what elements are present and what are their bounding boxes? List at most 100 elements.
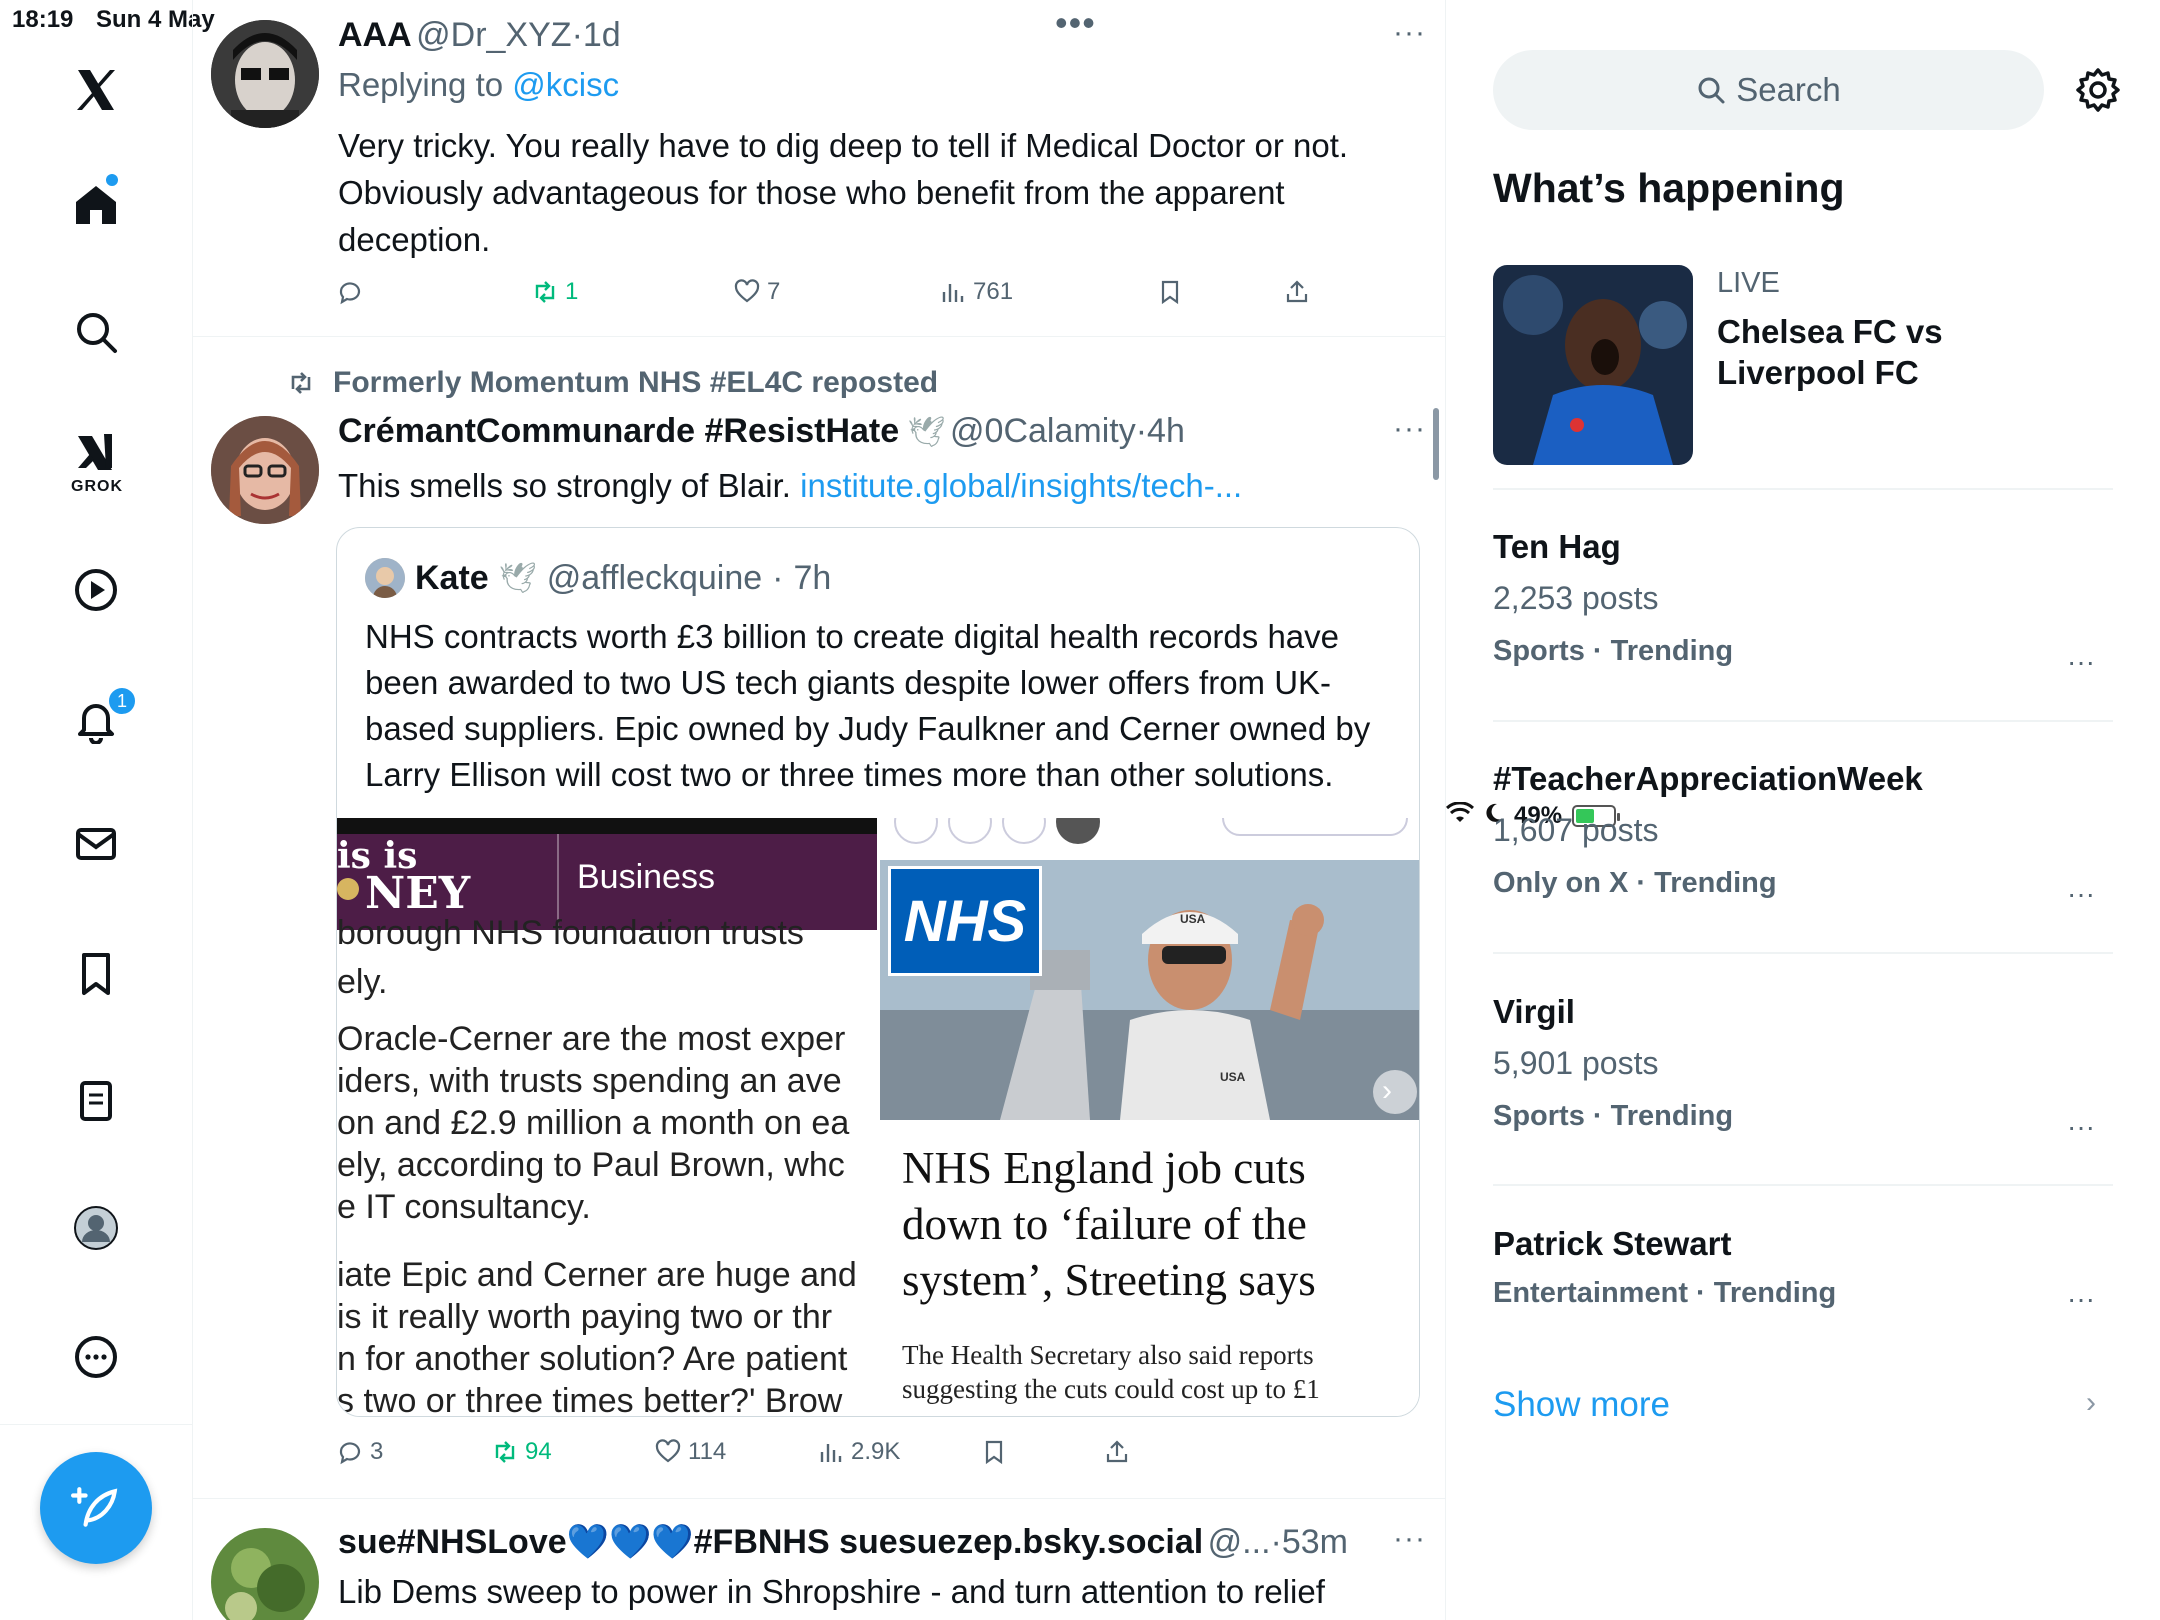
tweet-1-share-button[interactable] [1283, 278, 1311, 306]
tweet-2-reposted-by[interactable]: Formerly Momentum NHS #EL4C reposted [333, 366, 938, 400]
tweet-1-reply-button[interactable] [336, 278, 364, 306]
quote-name: Kate [415, 558, 489, 597]
tweet-2-handle[interactable]: @0Calamity [950, 412, 1136, 450]
live-event-card[interactable]: LIVE Chelsea FC vs Liverpool FC [1493, 265, 2113, 465]
bookmarks-icon[interactable] [66, 943, 126, 1003]
tweet-2-name[interactable]: CrémantCommunarde #ResistHate [338, 412, 899, 450]
share-icon [1106, 1440, 1128, 1463]
top-drag-handle-icon[interactable]: ••• [1055, 2, 1096, 44]
quote-sep: · [772, 558, 784, 597]
tweet-1-like-button[interactable]: 7 [733, 278, 780, 306]
tweet-2-share-button[interactable] [1103, 1438, 1131, 1466]
trend-item[interactable]: Virgil 5,901 posts Sports · Trending ··· [1493, 993, 2113, 1142]
feather-plus-icon [71, 1487, 118, 1527]
tweet-2-header: CrémantCommunarde #ResistHate 🕊 @0Calami… [338, 412, 1185, 451]
settings-gear-icon[interactable] [2074, 66, 2122, 114]
quote-tweet-card[interactable]: Kate 🕊 @affleckquine · 7h NHS contracts wo… [336, 527, 1420, 1417]
trend-more-icon[interactable]: ··· [2067, 878, 2095, 910]
trend-more-icon[interactable]: ··· [2067, 1283, 2095, 1315]
trend-context: Entertainment · Trending [1493, 1277, 1837, 1309]
chevron-right-icon: › [2086, 1386, 2096, 1419]
video-play-icon[interactable] [66, 560, 126, 620]
grok-label: GROK [71, 478, 123, 495]
tweet-1-avatar[interactable] [211, 20, 319, 128]
trend-more-icon[interactable]: ··· [2067, 646, 2095, 678]
profile-avatar-icon[interactable] [66, 1198, 126, 1258]
search-input[interactable]: Search [1493, 50, 2044, 130]
quote-time: 7h [793, 558, 832, 597]
trend-context: Sports · Trending [1493, 1100, 1734, 1132]
tweet-1-text: Very tricky. You really have to dig deep… [338, 127, 1349, 258]
tweet-1-replying-prefix: Replying to [338, 66, 513, 103]
tweet-2-reply-count: 3 [370, 1438, 384, 1465]
tweet-2-text-body: This smells so strongly of Blair. [338, 467, 801, 504]
tweet-1-views-button[interactable]: 761 [939, 278, 1013, 306]
article-line: ely. [337, 963, 388, 1001]
trend-context: Sports · Trending [1493, 635, 1734, 667]
tweet-2-views-button[interactable]: 2.9K [817, 1438, 900, 1466]
tweet-1-header: AAA @Dr_XYZ·1d [338, 16, 621, 55]
tweet-1-handle[interactable]: @Dr_XYZ [416, 16, 571, 54]
tweet-3-text: Lib Dems sweep to power in Shropshire - … [338, 1573, 1325, 1610]
article-line: n for another solution? Are patient [337, 1340, 848, 1378]
reply-icon [339, 282, 361, 305]
views-chart-icon [820, 1444, 842, 1462]
x-logo-icon[interactable] [66, 60, 126, 120]
tweet-3-time[interactable]: 53m [1282, 1523, 1348, 1561]
share-icon [1286, 280, 1308, 303]
trend-context: Only on X · Trending [1493, 867, 1777, 899]
article-line: s two or three times better?' Brow [337, 1382, 843, 1417]
tweet-1-retweet-count: 1 [565, 278, 579, 305]
heart-icon [734, 279, 760, 303]
more-options-icon[interactable] [66, 1327, 126, 1387]
dove-icon: 🕊 [498, 561, 537, 595]
tweet-2-actions: 3 94 114 2.9K [336, 1438, 1336, 1478]
retweet-icon [495, 1441, 515, 1463]
trend-more-icon[interactable]: ··· [2067, 1111, 2095, 1143]
article-line: borough NHS foundation trusts [337, 914, 804, 952]
article-line: on and £2.9 million a month on ea [337, 1104, 850, 1142]
tweet-2-more-icon[interactable]: ··· [1393, 412, 1426, 446]
tweet-1-more-icon[interactable]: ··· [1393, 16, 1426, 50]
retweet-icon [535, 281, 555, 303]
tweet-2-avatar[interactable] [211, 416, 319, 524]
tweet-3-name[interactable]: sue#NHSLove💙💙💙#FBNHS suesuezep.bsky.soci… [338, 1523, 1203, 1561]
tweet-2-social-context: Formerly Momentum NHS #EL4C reposted [283, 366, 938, 400]
trend-item[interactable]: Patrick Stewart Entertainment · Trending… [1493, 1225, 2113, 1314]
tweet-2-retweet-button[interactable]: 94 [491, 1438, 552, 1466]
carousel-next-icon[interactable]: › [1382, 1074, 1392, 1108]
tweet-2-bookmark-button[interactable] [980, 1438, 1008, 1466]
tweet-1-time[interactable]: 1d [583, 16, 621, 54]
compose-post-button[interactable] [40, 1452, 152, 1564]
trend-item[interactable]: Ten Hag 2,253 posts Sports · Trending ··… [1493, 528, 2113, 677]
article-line: iders, with trusts spending an ave [337, 1062, 842, 1100]
trend-name: Ten Hag [1493, 528, 1621, 565]
search-placeholder: Search [1736, 71, 1841, 108]
cap-text: USA [1180, 912, 1206, 926]
tweet-3-handle[interactable]: @... [1208, 1523, 1271, 1561]
show-more-link[interactable]: Show more [1493, 1385, 1670, 1425]
tweet-2-time[interactable]: 4h [1147, 412, 1185, 450]
scrollbar-thumb[interactable] [1433, 408, 1439, 480]
messages-envelope-icon[interactable] [66, 814, 126, 874]
tweet-1-name[interactable]: AAA [338, 16, 412, 54]
lists-icon[interactable] [66, 1071, 126, 1131]
article-line: is it really worth paying two or thr [337, 1298, 833, 1336]
tweet-1-like-count: 7 [767, 278, 781, 305]
tweet-2-link[interactable]: institute.global/insights/tech-... [800, 467, 1242, 504]
trend-item[interactable]: #TeacherAppreciationWeek 1,607 posts Onl… [1493, 760, 2113, 909]
grok-icon[interactable] [66, 422, 126, 482]
tweet-3-avatar[interactable] [211, 1528, 319, 1620]
tweet-1-bookmark-button[interactable] [1156, 278, 1184, 306]
explore-search-icon[interactable] [66, 302, 126, 362]
quote-image-article-left[interactable]: is is NEY Business borough NHS foundatio… [337, 818, 877, 1417]
tweet-3-more-icon[interactable]: ··· [1393, 1522, 1426, 1556]
tweet-2-reply-button[interactable]: 3 [336, 1438, 383, 1466]
tweet-2-like-button[interactable]: 114 [654, 1438, 726, 1466]
quote-image-article-right[interactable]: NHS USA USA › NHS England job cuts down … [880, 818, 1419, 1416]
quote-handle: @affleckquine [546, 558, 763, 597]
tweet-1-retweet-button[interactable]: 1 [531, 278, 578, 306]
article-banner-top-strip [337, 818, 877, 834]
email-share-icon [1002, 818, 1046, 844]
tweet-1-replying-link[interactable]: @kcisc [512, 66, 619, 103]
